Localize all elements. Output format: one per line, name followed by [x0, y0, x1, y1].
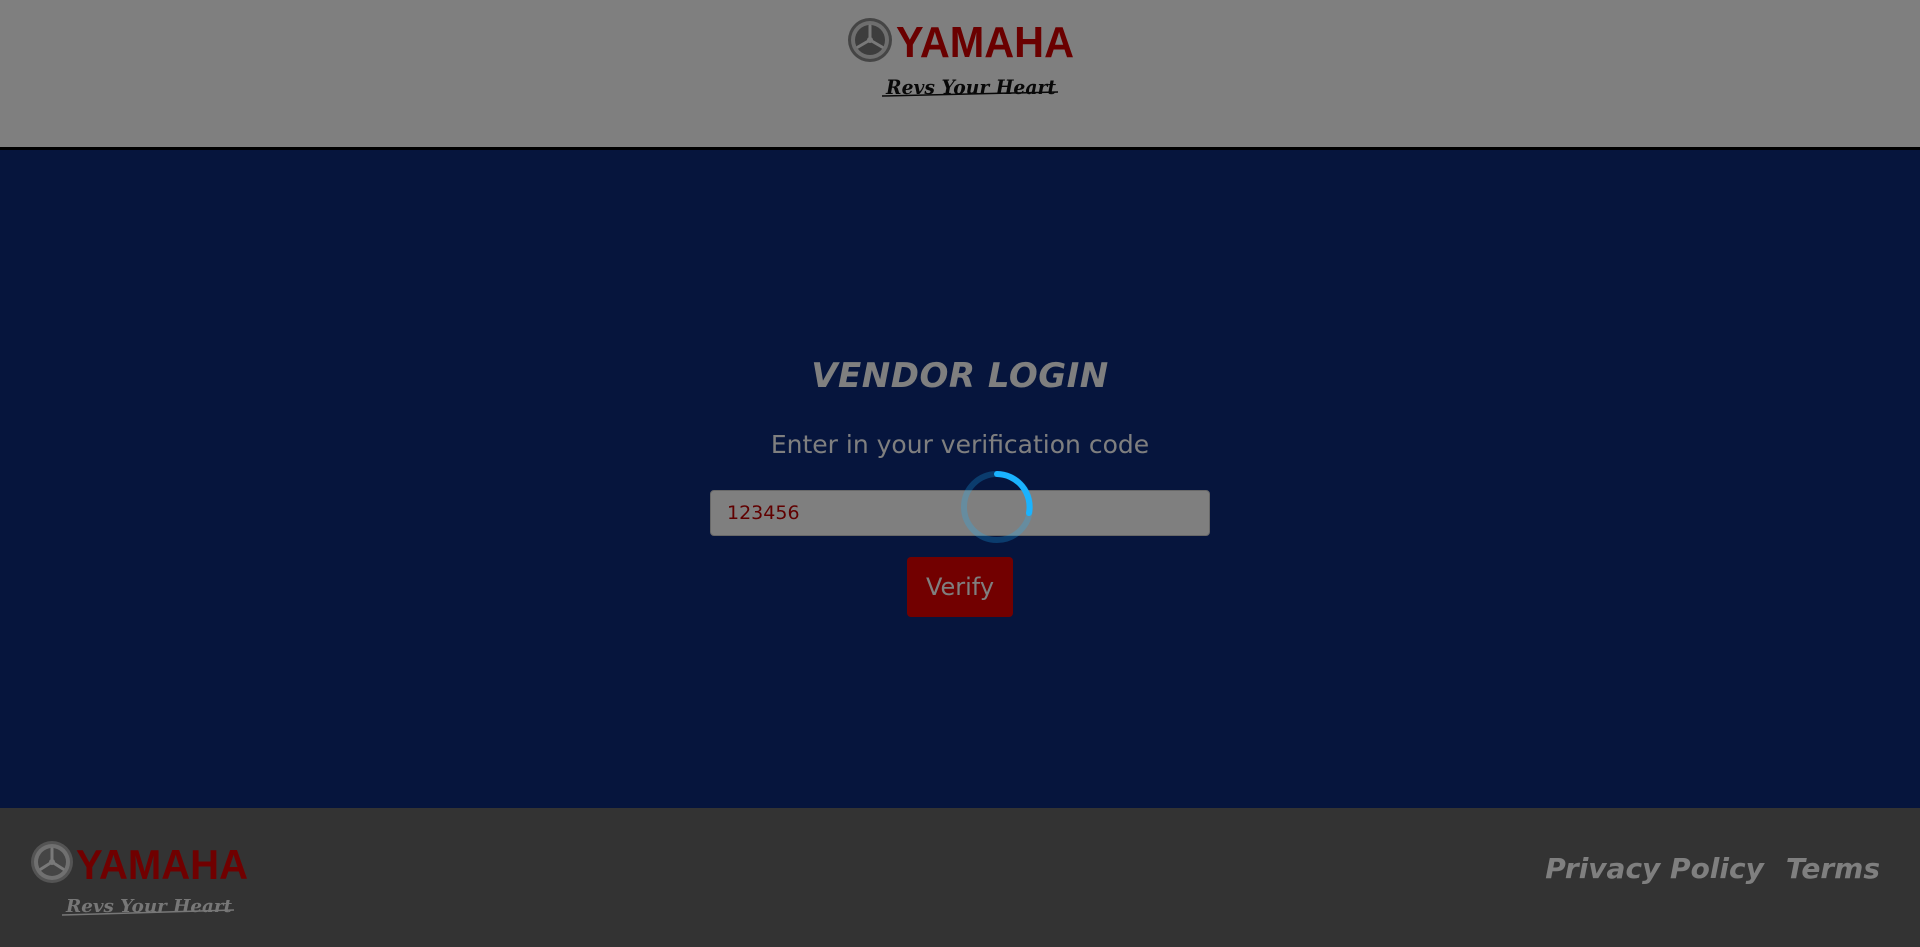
page: YAMAHA Revs Your Heart VENDOR LOGIN Ente…	[0, 0, 1920, 947]
loading-spinner-icon	[961, 471, 1033, 543]
loading-overlay	[0, 0, 1920, 947]
